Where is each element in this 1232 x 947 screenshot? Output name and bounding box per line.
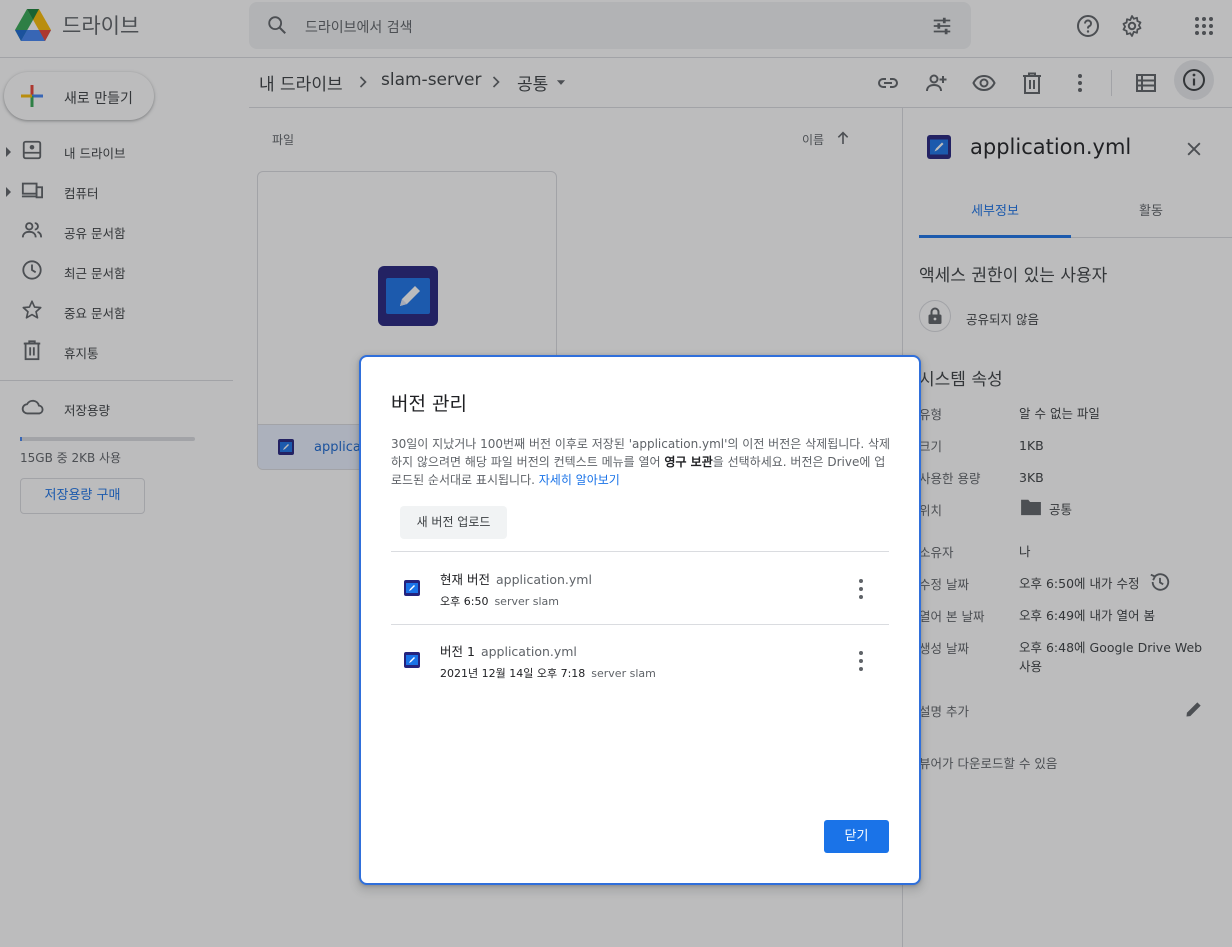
version-label: 현재 버전 [440, 572, 490, 587]
version-title: 현재 버전 application.yml [440, 569, 592, 588]
dialog-title: 버전 관리 [391, 393, 467, 415]
version-meta: 오후 6:50 server slam [440, 593, 559, 609]
version-date: 오후 6:50 [440, 595, 489, 608]
close-button[interactable]: 닫기 [824, 820, 889, 853]
version-date: 2021년 12월 14일 오후 7:18 [440, 667, 586, 680]
more-vert-icon[interactable] [851, 649, 871, 673]
version-row: 현재 버전 application.yml 오후 6:50 server slam [391, 553, 889, 623]
version-title: 버전 1 application.yml [440, 641, 577, 660]
dialog-description-bold: 영구 보관 [664, 455, 713, 469]
dialog-description: 30일이 지났거나 100번째 버전 이후로 저장된 'application.… [391, 435, 891, 489]
version-user: server slam [591, 667, 656, 680]
file-type-icon [404, 580, 420, 596]
upload-new-version-button[interactable]: 새 버전 업로드 [400, 506, 507, 539]
version-file-name: application.yml [495, 572, 592, 587]
version-label: 버전 1 [440, 644, 475, 659]
version-user: server slam [494, 595, 560, 608]
learn-more-link[interactable]: 자세히 알아보기 [539, 473, 620, 487]
version-meta: 2021년 12월 14일 오후 7:18 server slam [440, 665, 656, 681]
version-row: 버전 1 application.yml 2021년 12월 14일 오후 7:1… [391, 625, 889, 695]
dialog-divider [391, 551, 889, 552]
more-vert-icon[interactable] [851, 577, 871, 601]
version-file-name: application.yml [480, 644, 577, 659]
manage-versions-dialog: 버전 관리 30일이 지났거나 100번째 버전 이후로 저장된 'applic… [359, 355, 921, 885]
file-type-icon [404, 652, 420, 668]
